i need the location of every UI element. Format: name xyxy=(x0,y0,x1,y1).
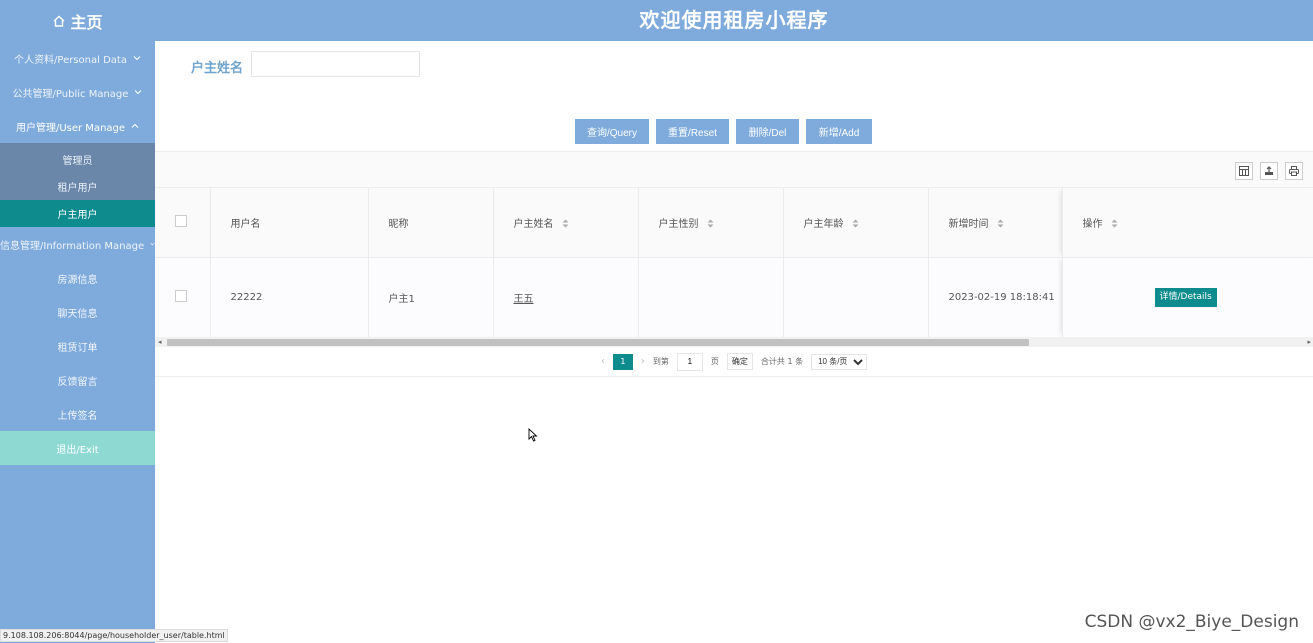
column-header-username: 用户名 xyxy=(210,188,369,258)
watermark: CSDN @vx2_Biye_Design xyxy=(1084,612,1299,632)
column-label: 户主性别 xyxy=(658,218,699,230)
cell-nickname: 户主1 xyxy=(368,257,494,338)
column-header-gender[interactable]: 户主性别 xyxy=(638,188,784,258)
scroll-left-icon[interactable]: ◂ xyxy=(158,337,162,347)
app-root: 主页 欢迎使用租房小程序 个人资料/Personal Data 公共管理/Pub… xyxy=(0,0,1313,643)
menu-group-label: 个人资料/Personal Data xyxy=(14,54,127,66)
row-checkbox[interactable] xyxy=(175,289,187,302)
columns-icon xyxy=(1239,166,1249,176)
top-header: 主页 欢迎使用租房小程序 xyxy=(0,0,1313,41)
query-button[interactable]: 查询/Query xyxy=(575,119,649,144)
details-button[interactable]: 详情/Details xyxy=(1154,287,1217,307)
chevron-down-icon xyxy=(135,90,142,95)
print-button[interactable] xyxy=(1285,162,1303,180)
sidebar: 个人资料/Personal Data 公共管理/Public Manage 用户… xyxy=(0,41,155,643)
main-content: 户主姓名 查询/Query 重置/Reset 删除/Del 新增/Add 用户名… xyxy=(155,41,1313,643)
menu-group-information[interactable]: 信息管理/Information Manage xyxy=(0,227,155,261)
cell-age xyxy=(783,257,929,338)
sidebar-item-householder[interactable]: 户主用户 xyxy=(0,200,155,227)
goto-page-input[interactable] xyxy=(676,352,703,371)
menu-group-user[interactable]: 用户管理/User Manage xyxy=(0,109,155,143)
sort-icon[interactable] xyxy=(707,219,714,228)
search-label: 户主姓名 xyxy=(191,61,244,76)
householder-name-link[interactable]: 王五 xyxy=(514,294,534,305)
chevron-up-icon xyxy=(131,123,139,128)
pagination: ‹ 1 › 到第 页 确定 合计共 1 条 10 条/页 xyxy=(155,347,1313,377)
sort-icon[interactable] xyxy=(562,219,569,228)
cell-gender xyxy=(638,257,784,338)
sort-icon[interactable] xyxy=(1111,219,1118,228)
sidebar-item-house-info[interactable]: 房源信息 xyxy=(0,261,155,295)
horizontal-scrollbar[interactable]: ◂ ▸ xyxy=(155,337,1313,347)
sidebar-item-chat-info[interactable]: 聊天信息 xyxy=(0,295,155,329)
reset-button[interactable]: 重置/Reset xyxy=(656,119,729,144)
data-table: 用户名 昵称 户主姓名 户主性别 户主年龄 新增时间 操作 22222 户主1 … xyxy=(155,188,1313,338)
cell-username: 22222 xyxy=(210,257,369,338)
prev-page-icon[interactable]: ‹ xyxy=(601,356,605,367)
sidebar-item-upload-signature[interactable]: 上传签名 xyxy=(0,397,155,431)
columns-filter-button[interactable] xyxy=(1235,162,1253,180)
table-row: 22222 户主1 王五 2023-02-19 18:18:41 详情/Deta… xyxy=(155,257,1313,338)
column-header-age[interactable]: 户主年龄 xyxy=(783,188,929,258)
cell-actions: 详情/Details xyxy=(1062,257,1313,338)
goto-confirm-button[interactable]: 确定 xyxy=(726,353,753,370)
row-select-cell xyxy=(155,257,211,338)
scrollbar-thumb[interactable] xyxy=(167,339,1029,346)
mouse-cursor-icon xyxy=(528,428,538,442)
menu-group-personal[interactable]: 个人资料/Personal Data xyxy=(0,41,155,75)
cell-name: 王五 xyxy=(493,257,639,338)
sort-icon[interactable] xyxy=(852,219,859,228)
add-button[interactable]: 新增/Add xyxy=(806,119,872,144)
home-label: 主页 xyxy=(70,12,103,32)
menu-group-public[interactable]: 公共管理/Public Manage xyxy=(0,75,155,109)
current-page-button[interactable]: 1 xyxy=(612,353,633,370)
page-unit-label: 页 xyxy=(710,357,719,366)
select-all-cell xyxy=(155,188,211,258)
printer-icon xyxy=(1289,166,1299,176)
column-label: 昵称 xyxy=(388,218,409,230)
sidebar-item-admin[interactable]: 管理员 xyxy=(0,146,155,173)
sort-icon[interactable] xyxy=(997,219,1004,228)
column-label: 用户名 xyxy=(230,218,261,230)
cell-created: 2023-02-19 18:18:41 xyxy=(928,257,1063,338)
column-header-name[interactable]: 户主姓名 xyxy=(493,188,639,258)
status-bar-url: 9.108.108.206:8044/page/householder_user… xyxy=(0,629,228,642)
data-table-container: 用户名 昵称 户主姓名 户主性别 户主年龄 新增时间 操作 22222 户主1 … xyxy=(155,187,1313,339)
column-label: 户主姓名 xyxy=(513,218,554,230)
sidebar-item-tenant[interactable]: 租户用户 xyxy=(0,173,155,200)
householder-name-input[interactable] xyxy=(251,51,420,77)
sidebar-item-rental-orders[interactable]: 租赁订单 xyxy=(0,329,155,363)
table-header-row: 用户名 昵称 户主姓名 户主性别 户主年龄 新增时间 操作 xyxy=(155,188,1313,258)
select-all-checkbox[interactable] xyxy=(175,214,187,227)
chevron-down-icon xyxy=(133,56,141,61)
column-header-nickname: 昵称 xyxy=(368,188,494,258)
export-button[interactable] xyxy=(1260,162,1278,180)
total-count: 合计共 1 条 xyxy=(760,357,804,366)
page-title: 欢迎使用租房小程序 xyxy=(639,8,829,32)
column-label: 操作 xyxy=(1082,218,1103,230)
page-size-select[interactable]: 10 条/页 xyxy=(811,353,868,370)
delete-button[interactable]: 删除/Del xyxy=(736,119,799,144)
exit-button[interactable]: 退出/Exit xyxy=(0,431,155,465)
home-icon xyxy=(54,15,65,27)
menu-group-label: 信息管理/Information Manage xyxy=(0,240,145,252)
export-icon xyxy=(1265,166,1273,175)
next-page-icon[interactable]: › xyxy=(641,356,645,367)
column-label: 户主年龄 xyxy=(803,218,844,230)
action-buttons: 查询/Query 重置/Reset 删除/Del 新增/Add xyxy=(575,119,872,144)
menu-group-label: 用户管理/User Manage xyxy=(15,122,126,134)
sidebar-item-feedback[interactable]: 反馈留言 xyxy=(0,363,155,397)
table-toolbar xyxy=(155,151,1313,187)
home-link[interactable]: 主页 xyxy=(0,0,155,41)
goto-label: 到第 xyxy=(652,357,669,366)
column-header-created[interactable]: 新增时间 xyxy=(928,188,1063,258)
column-label: 新增时间 xyxy=(948,218,989,230)
column-header-actions[interactable]: 操作 xyxy=(1062,188,1313,258)
menu-group-label: 公共管理/Public Manage xyxy=(12,88,129,100)
scroll-right-icon[interactable]: ▸ xyxy=(1307,337,1311,347)
